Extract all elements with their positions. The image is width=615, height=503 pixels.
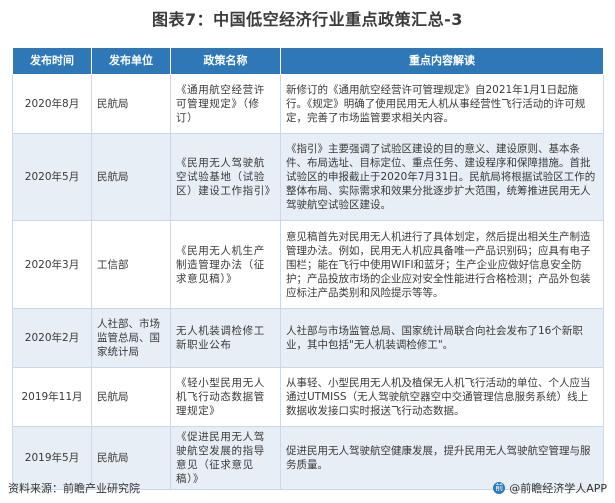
cell-date: 2020年3月 <box>12 220 92 309</box>
cell-unit: 工信部 <box>91 220 171 309</box>
cell-content: 《指引》主要强调了试验区建设的目的意义、建设原则、基本条件、布局选址、目标定位、… <box>280 133 604 221</box>
cell-content: 人社部与市场监管总局、国家统计局联合向社会发布了16个新职业，其中包括"无人机装… <box>280 308 604 368</box>
header-date: 发布时间 <box>12 47 92 75</box>
cell-policy-name: 无人机装调检修工新职业公布 <box>170 308 281 368</box>
cell-policy-name: 《通用航空经营许可管理规定》（修订） <box>170 74 281 134</box>
table-row: 2020年2月 人社部、市场监管总局、国家统计局 无人机装调检修工新职业公布 人… <box>12 308 604 368</box>
table-row: 2020年5月 民航局 《民用无人驾驶航空试验基地（试验区）建设工作指引》 《指… <box>12 133 604 221</box>
cell-unit: 民航局 <box>91 367 171 427</box>
cell-unit: 民航局 <box>91 74 171 134</box>
cell-unit: 民航局 <box>91 133 171 221</box>
header-content: 重点内容解读 <box>280 47 604 75</box>
table-row: 2020年8月 民航局 《通用航空经营许可管理规定》（修订） 新修订的《通用航空… <box>12 74 604 134</box>
footer: 资料来源：前瞻产业研究院 前 @前瞻经济学人APP <box>8 478 607 496</box>
table-row: 2020年3月 工信部 《民用无人机生产制造管理办法（征求意见稿）》 意见稿首先… <box>12 220 604 309</box>
brand-logo-icon: 前 <box>493 482 506 494</box>
policy-table: 发布时间 发布单位 政策名称 重点内容解读 2020年8月 民航局 《通用航空经… <box>12 47 604 490</box>
cell-date: 2020年2月 <box>12 308 92 368</box>
cell-date: 2019年11月 <box>12 367 92 427</box>
cell-content: 新修订的《通用航空经营许可管理规定》自2021年1月1日起施行。《规定》明确了使… <box>280 74 604 134</box>
brand-label: @前瞻经济学人APP <box>509 482 607 495</box>
cell-date: 2020年5月 <box>12 133 92 221</box>
cell-content: 意见稿首先对民用无人机进行了具体划定，然后提出相关生产制造管理办法。例如，民用无… <box>280 220 604 309</box>
header-policy-name: 政策名称 <box>170 47 281 75</box>
table-header-row: 发布时间 发布单位 政策名称 重点内容解读 <box>12 47 604 75</box>
cell-policy-name: 《民用无人驾驶航空试验基地（试验区）建设工作指引》 <box>170 133 281 221</box>
cell-policy-name: 《轻小型民用无人机飞行动态数据管理规定》 <box>170 367 281 427</box>
cell-unit: 人社部、市场监管总局、国家统计局 <box>91 308 171 368</box>
cell-content: 从事轻、小型民用无人机及植保无人机飞行活动的单位、个人应当通过UTMISS（无人… <box>280 367 604 427</box>
cell-date: 2020年8月 <box>12 74 92 134</box>
brand-credit: 前 @前瞻经济学人APP <box>493 480 607 496</box>
header-unit: 发布单位 <box>91 47 171 75</box>
page-title: 图表7：中国低空经济行业重点政策汇总-3 <box>152 10 463 29</box>
cell-policy-name: 《民用无人机生产制造管理办法（征求意见稿）》 <box>170 220 281 309</box>
source-note: 资料来源：前瞻产业研究院 <box>8 482 140 495</box>
table-row: 2019年11月 民航局 《轻小型民用无人机飞行动态数据管理规定》 从事轻、小型… <box>12 367 604 427</box>
